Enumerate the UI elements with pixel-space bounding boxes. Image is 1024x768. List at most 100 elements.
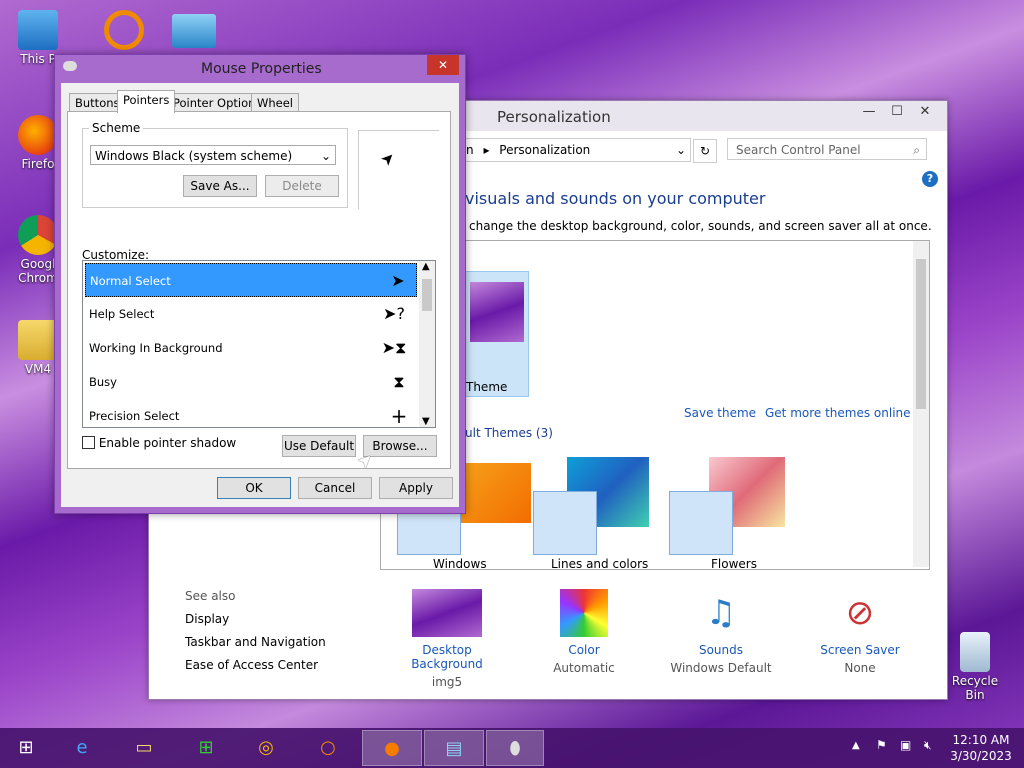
- working-cursor-icon: ➤⧗: [381, 338, 407, 357]
- control-panel-icon[interactable]: [172, 14, 216, 48]
- color-item[interactable]: Color Automatic: [524, 589, 644, 675]
- chrome-icon[interactable]: ◎: [240, 730, 292, 766]
- tab-pointers[interactable]: Pointers: [117, 90, 176, 113]
- minimize-button[interactable]: —: [855, 101, 883, 123]
- delete-button[interactable]: Delete: [265, 175, 339, 197]
- page-heading: visuals and sounds on your computer: [465, 189, 766, 208]
- close-button[interactable]: ✕: [911, 101, 939, 123]
- tab-wheel[interactable]: Wheel: [251, 93, 300, 112]
- clock-time: 12:10 AM: [952, 733, 1010, 747]
- save-theme-link[interactable]: Save theme: [684, 406, 756, 420]
- theme-name: Windows: [433, 557, 487, 570]
- color-swatch-icon: [669, 491, 733, 555]
- help-icon[interactable]: ?: [922, 171, 938, 187]
- pointer-name: Working In Background: [89, 341, 223, 355]
- network-icon[interactable]: ▣: [900, 738, 911, 752]
- search-app-icon[interactable]: [104, 10, 144, 50]
- page-subheading: change the desktop background, color, so…: [469, 219, 932, 233]
- list-item[interactable]: Busy ⧗: [85, 365, 417, 399]
- use-default-button[interactable]: Use Default: [282, 435, 356, 457]
- close-button[interactable]: ✕: [427, 55, 459, 75]
- desktop-background-item[interactable]: Desktop Background img5: [387, 589, 507, 689]
- taskbar: ⊞ e ▭ ⊞ ◎ ○ ● ▤ ⬮ ▲ ⚑ ▣ 🔇︎ 12:10 AM 3/30…: [0, 728, 1024, 768]
- breadcrumb-current[interactable]: Personalization: [499, 143, 590, 157]
- see-also-title: See also: [185, 589, 236, 603]
- checkbox-label: Enable pointer shadow: [98, 436, 237, 450]
- theme-preview: [470, 282, 524, 342]
- theme-name: Flowers: [711, 557, 757, 570]
- computer-icon: [18, 10, 58, 50]
- item-title: Color: [568, 643, 600, 657]
- help-cursor-icon: ➤?: [383, 304, 405, 323]
- browse-button[interactable]: Browse...: [363, 435, 437, 457]
- recycle-bin-icon: [960, 632, 990, 672]
- dialog-titlebar[interactable]: Mouse Properties ✕: [55, 55, 465, 83]
- item-title: Screen Saver: [820, 643, 900, 657]
- mouse-icon[interactable]: ⬮: [486, 730, 544, 766]
- pointer-shadow-checkbox[interactable]: Enable pointer shadow: [82, 436, 236, 450]
- scheme-label: Scheme: [89, 121, 144, 135]
- ok-button[interactable]: OK: [217, 477, 291, 499]
- desktop-icon-recycle-bin[interactable]: Recycle Bin: [945, 632, 1005, 702]
- breadcrumb-part: n: [466, 143, 474, 157]
- chevron-up-icon[interactable]: ▲: [852, 740, 860, 751]
- sounds-item[interactable]: ♫ Sounds Windows Default: [661, 589, 781, 675]
- item-value: Windows Default: [670, 661, 772, 675]
- search-icon: ⌕: [913, 143, 920, 157]
- chevron-down-icon[interactable]: ⌄: [676, 139, 686, 161]
- list-item[interactable]: Precision Select +: [85, 399, 417, 427]
- screen-saver-item[interactable]: ⊘ Screen Saver None: [800, 589, 920, 675]
- file-explorer-icon[interactable]: ▭: [118, 730, 170, 766]
- screen-saver-icon: ⊘: [845, 593, 875, 633]
- pointer-list[interactable]: Normal Select ➤ Help Select ➤? Working I…: [82, 260, 436, 428]
- address-bar[interactable]: n ▸ Personalization ⌄: [449, 138, 691, 162]
- item-title: Sounds: [698, 643, 744, 657]
- chevron-down-icon: ⌄: [320, 149, 331, 163]
- clock[interactable]: 12:10 AM 3/30/2023: [948, 732, 1014, 764]
- list-item[interactable]: Normal Select ➤: [85, 263, 417, 297]
- checkbox-box[interactable]: [82, 436, 95, 449]
- scheme-select[interactable]: Windows Black (system scheme) ⌄: [90, 145, 336, 165]
- theme-lines-and-colors[interactable]: Lines and colors: [531, 457, 661, 569]
- folder-icon: [18, 320, 58, 360]
- see-also-taskbar[interactable]: Taskbar and Navigation: [185, 635, 326, 649]
- control-panel-icon[interactable]: ▤: [424, 730, 484, 766]
- maximize-button[interactable]: ☐: [883, 101, 911, 123]
- item-value: Automatic: [553, 661, 615, 675]
- see-also-ease-of-access[interactable]: Ease of Access Center: [185, 658, 318, 672]
- apply-button[interactable]: Apply: [379, 477, 453, 499]
- sounds-icon: ♫: [705, 593, 737, 633]
- chevron-down-icon[interactable]: ▼: [422, 416, 430, 427]
- scheme-selected-value: Windows Black (system scheme): [95, 149, 293, 163]
- scroll-thumb[interactable]: [916, 259, 926, 409]
- pointer-name: Busy: [89, 375, 117, 389]
- pointer-name: Normal Select: [90, 274, 171, 288]
- list-item[interactable]: Working In Background ➤⧗: [85, 331, 417, 365]
- scrollbar[interactable]: ▲ ▼: [419, 261, 435, 427]
- scroll-thumb[interactable]: [422, 279, 432, 311]
- chevron-up-icon[interactable]: ▲: [422, 261, 430, 272]
- internet-explorer-icon[interactable]: e: [56, 730, 108, 766]
- firefox-icon[interactable]: ●: [362, 730, 422, 766]
- start-button[interactable]: ⊞: [0, 730, 52, 766]
- clock-date: 3/30/2023: [950, 749, 1012, 763]
- cancel-button[interactable]: Cancel: [298, 477, 372, 499]
- pointer-name: Precision Select: [89, 409, 180, 423]
- refresh-button[interactable]: ↻: [693, 139, 717, 163]
- search-input[interactable]: Search Control Panel ⌕: [727, 138, 927, 160]
- action-center-icon[interactable]: ⚑: [876, 738, 887, 752]
- desktop-icon-label: This P: [20, 52, 56, 66]
- wallpaper-icon: [412, 589, 482, 637]
- save-as-button[interactable]: Save As...: [183, 175, 257, 197]
- item-value: img5: [431, 675, 463, 689]
- store-icon[interactable]: ⊞: [180, 730, 232, 766]
- see-also-display[interactable]: Display: [185, 612, 229, 626]
- search-placeholder: Search Control Panel: [736, 143, 861, 157]
- theme-flowers[interactable]: Flowers: [667, 457, 797, 570]
- get-more-themes-link[interactable]: Get more themes online: [765, 406, 911, 420]
- search-app-icon[interactable]: ○: [302, 730, 354, 766]
- scrollbar[interactable]: [913, 241, 929, 567]
- volume-muted-icon[interactable]: 🔇︎: [924, 738, 932, 753]
- list-item[interactable]: Help Select ➤?: [85, 297, 417, 331]
- current-theme[interactable]: Theme: [465, 271, 529, 397]
